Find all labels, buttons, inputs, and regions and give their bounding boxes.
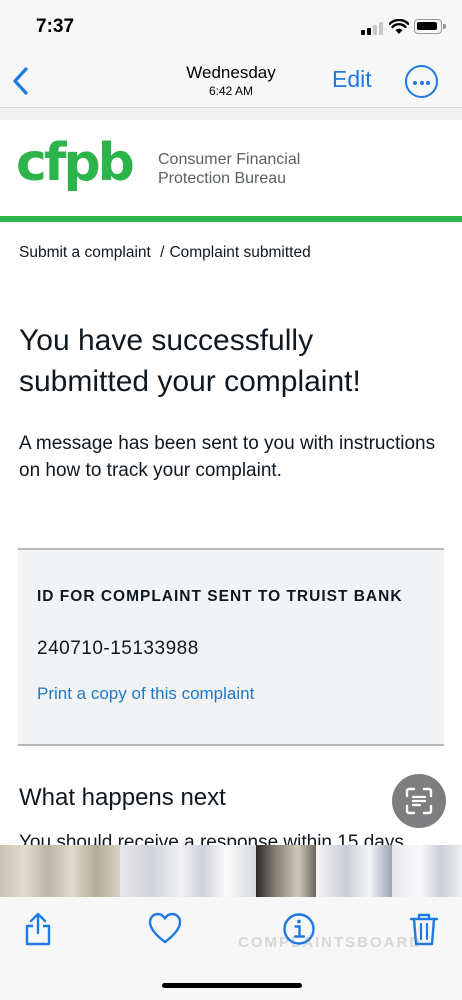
page-gap (0, 108, 462, 120)
nav-bar: Wednesday 6:42 AM Edit (0, 54, 462, 108)
what-happens-next-heading: What happens next (19, 784, 226, 811)
org-name-line1: Consumer Financial (158, 151, 301, 168)
photo-thumbnail[interactable] (180, 845, 256, 897)
edit-button[interactable]: Edit (332, 66, 372, 93)
battery-icon (414, 19, 446, 34)
breadcrumb-complaint-submitted: Complaint submitted (169, 244, 311, 261)
breadcrumb: Submit a complaint / Complaint submitted (19, 244, 311, 262)
logo-text: cfpb (16, 133, 133, 193)
wifi-icon (389, 19, 409, 34)
home-indicator (162, 983, 302, 988)
nav-subtitle: 6:42 AM (208, 84, 254, 98)
live-text-icon[interactable] (392, 774, 446, 828)
share-icon[interactable] (21, 911, 55, 947)
complaint-id-value: 240710-15133988 (37, 638, 199, 659)
photo-thumbnail[interactable] (256, 845, 316, 897)
cfpb-logo: cfpb (16, 133, 136, 193)
watermark: COMPLAINTSBOARD (238, 934, 423, 951)
photo-thumbnail[interactable] (0, 845, 120, 897)
breadcrumb-submit-complaint[interactable]: Submit a complaint (19, 244, 151, 261)
breadcrumb-separator: / (160, 244, 165, 261)
more-icon[interactable] (405, 65, 438, 98)
org-name-line2: Protection Bureau (158, 170, 287, 187)
confirmation-message: A message has been sent to you with inst… (19, 433, 436, 481)
status-time: 7:37 (36, 16, 75, 37)
heart-icon[interactable] (148, 911, 182, 947)
complaint-id-label: ID FOR COMPLAINT SENT TO TRUIST BANK (37, 588, 403, 605)
org-name: Consumer Financial Protection Bureau (158, 150, 300, 188)
complaint-id-panel: ID FOR COMPLAINT SENT TO TRUIST BANK 240… (18, 548, 444, 746)
photo-thumbnail[interactable] (316, 845, 392, 897)
page-title: You have successfully submitted your com… (19, 324, 361, 398)
photo-thumbnail[interactable] (392, 845, 462, 897)
photo-thumbnail[interactable] (120, 845, 180, 897)
status-bar: 7:37 (0, 0, 462, 54)
print-complaint-link[interactable]: Print a copy of this complaint (37, 684, 254, 704)
nav-title: Wednesday (186, 63, 276, 82)
signal-icon (361, 22, 383, 35)
photo-thumbnail-strip[interactable] (0, 845, 462, 897)
header-rule (0, 216, 462, 222)
